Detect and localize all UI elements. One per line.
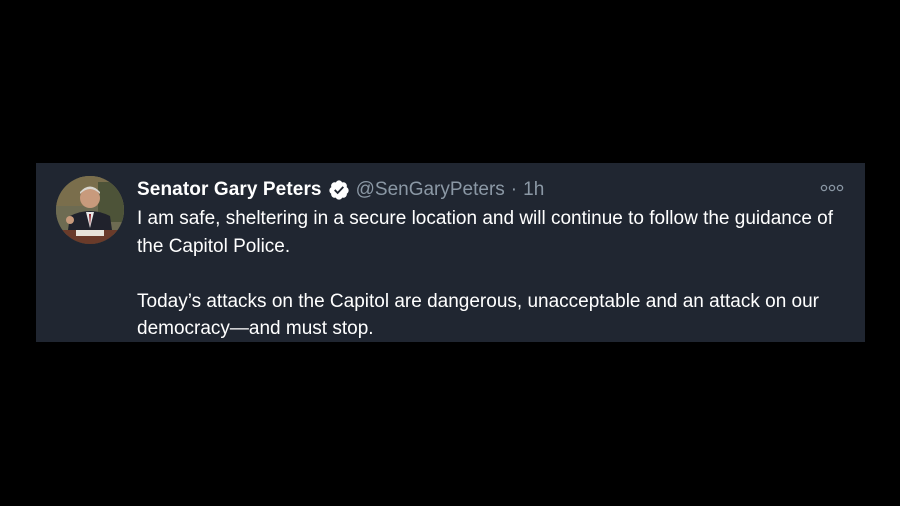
verified-badge-icon (328, 179, 350, 201)
tweet-header: Senator Gary Peters @SenGaryPeters · 1h (137, 177, 544, 203)
avatar-photo (56, 176, 124, 244)
separator-dot: · (510, 179, 518, 200)
tweet-text: I am safe, sheltering in a secure locati… (137, 205, 852, 343)
tweet-card[interactable]: Senator Gary Peters @SenGaryPeters · 1h … (36, 163, 865, 342)
handle[interactable]: @SenGaryPeters (356, 179, 505, 201)
display-name[interactable]: Senator Gary Peters (137, 179, 322, 201)
tweet-paragraph: Today’s attacks on the Capitol are dange… (137, 290, 819, 340)
tweet-paragraph: I am safe, sheltering in a secure locati… (137, 208, 834, 257)
avatar[interactable] (56, 176, 124, 244)
timestamp[interactable]: 1h (523, 179, 544, 201)
more-options-icon[interactable] (819, 181, 845, 195)
